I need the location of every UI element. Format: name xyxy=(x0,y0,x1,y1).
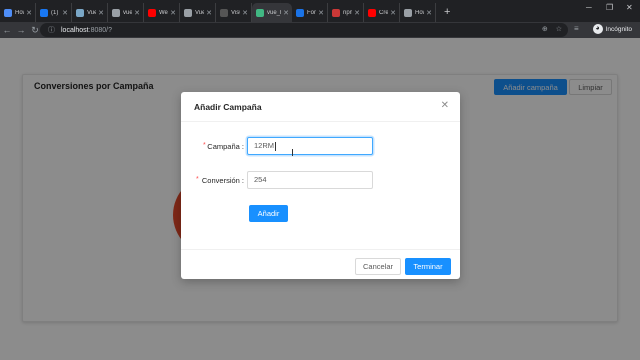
tab-close-icon[interactable]: ✕ xyxy=(354,9,363,17)
browser-tab[interactable]: Vue.js✕ xyxy=(72,3,108,22)
tab-favicon-icon xyxy=(76,8,84,17)
media-control-icon[interactable]: ≡ xyxy=(574,24,579,33)
tab-favicon-icon xyxy=(112,8,120,17)
tab-close-icon[interactable]: ✕ xyxy=(426,9,435,17)
cancel-button[interactable]: Cancelar xyxy=(355,258,401,275)
tab-close-icon[interactable]: ✕ xyxy=(242,9,251,17)
tab-label: (1) Fa xyxy=(51,9,60,16)
tab-label: Visua xyxy=(231,9,240,16)
tab-label: How xyxy=(415,9,424,16)
tab-favicon-icon xyxy=(4,8,12,17)
close-icon[interactable]: ✕ xyxy=(441,100,449,111)
tab-close-icon[interactable]: ✕ xyxy=(170,9,179,17)
forward-icon[interactable]: → xyxy=(14,25,28,35)
address-bar: ← → ↻ ⓘ localhost:8080/? ⊕ ☆ ≡ ◕ Incógni… xyxy=(0,22,640,38)
tab-favicon-icon xyxy=(220,8,228,17)
browser-tab[interactable]: How✕ xyxy=(400,3,436,22)
browser-tab[interactable]: Visua✕ xyxy=(216,3,252,22)
add-campaign-modal: Añadir Campaña ✕ * Campaña : 12RM * Conv… xyxy=(181,92,460,279)
browser-tab[interactable]: Creat✕ xyxy=(364,3,400,22)
zoom-icon[interactable]: ⊕ xyxy=(542,25,548,33)
tab-favicon-icon xyxy=(40,8,48,17)
browser-tab[interactable]: Form✕ xyxy=(292,3,328,22)
back-icon[interactable]: ← xyxy=(0,25,14,35)
campaign-input[interactable]: 12RM xyxy=(247,137,373,155)
tab-close-icon[interactable]: ✕ xyxy=(390,9,399,17)
tab-label: Vue C xyxy=(195,9,204,16)
tab-favicon-icon xyxy=(332,8,340,17)
incognito-profile[interactable]: ◕ Incógnito xyxy=(592,24,632,34)
modal-header: Añadir Campaña ✕ xyxy=(181,92,460,122)
omnibox-actions: ⊕ ☆ xyxy=(542,25,562,33)
browser-tab-active[interactable]: vue_h✕ xyxy=(252,3,292,22)
tab-label: Creat xyxy=(379,9,388,16)
text-cursor-icon xyxy=(292,149,295,156)
tab-close-icon[interactable]: ✕ xyxy=(318,9,327,17)
browser-tab[interactable]: vue-g✕ xyxy=(108,3,144,22)
modal-title: Añadir Campaña xyxy=(194,102,262,112)
tab-close-icon[interactable]: ✕ xyxy=(26,9,35,17)
url-host: localhost xyxy=(61,26,89,34)
browser-tab-strip: How✕ (1) Fa✕ Vue.js✕ vue-g✕ Web✕ Vue C✕ … xyxy=(0,0,640,22)
conversion-input[interactable]: 254 xyxy=(247,171,373,189)
tab-close-icon[interactable]: ✕ xyxy=(98,9,107,17)
conversion-form-row: * Conversión : 254 xyxy=(181,171,460,189)
tab-close-icon[interactable]: ✕ xyxy=(206,9,215,17)
tab-close-icon[interactable]: ✕ xyxy=(283,9,292,17)
new-tab-button[interactable]: + xyxy=(436,3,458,22)
maximize-icon[interactable]: ❐ xyxy=(606,3,613,12)
info-icon[interactable]: ⓘ xyxy=(48,25,55,35)
tab-label: Web xyxy=(159,9,168,16)
browser-tab[interactable]: Vue C✕ xyxy=(180,3,216,22)
browser-tab[interactable]: npm✕ xyxy=(328,3,364,22)
conversion-label: Conversión : xyxy=(201,176,244,185)
modal-footer: Cancelar Terminar xyxy=(181,249,460,279)
tab-favicon-icon xyxy=(368,8,376,17)
required-marker: * xyxy=(196,176,199,183)
tab-label: Vue.js xyxy=(87,9,96,16)
add-button[interactable]: Añadir xyxy=(249,205,288,222)
campaign-label: Campaña : xyxy=(207,142,244,151)
browser-tab[interactable]: How✕ xyxy=(0,3,36,22)
bookmark-star-icon[interactable]: ☆ xyxy=(556,25,562,33)
tab-label: vue-g xyxy=(123,9,132,16)
tab-label: npm xyxy=(343,9,352,16)
browser-tab[interactable]: (1) Fa✕ xyxy=(36,3,72,22)
finish-button[interactable]: Terminar xyxy=(405,258,451,275)
tab-label: Form xyxy=(307,9,316,16)
tab-label: How xyxy=(15,9,24,16)
tab-favicon-icon xyxy=(184,8,192,17)
tab-favicon-icon xyxy=(256,8,264,17)
tab-close-icon[interactable]: ✕ xyxy=(134,9,143,17)
incognito-label: Incógnito xyxy=(605,25,632,33)
url-path: :8080/? xyxy=(88,26,112,34)
url-field[interactable]: ⓘ localhost:8080/? ⊕ ☆ xyxy=(40,23,568,37)
browser-tab[interactable]: Web✕ xyxy=(144,3,180,22)
window-close-icon[interactable]: ✕ xyxy=(626,3,633,12)
minimize-icon[interactable]: ─ xyxy=(586,3,592,12)
tab-favicon-icon xyxy=(148,8,156,17)
tab-favicon-icon xyxy=(404,8,412,17)
incognito-icon: ◕ xyxy=(592,24,603,34)
tab-close-icon[interactable]: ✕ xyxy=(62,9,71,17)
tab-label: vue_h xyxy=(267,9,281,16)
campaign-form-row: * Campaña : 12RM xyxy=(181,137,460,155)
tab-favicon-icon xyxy=(296,8,304,17)
required-marker: * xyxy=(203,142,206,149)
